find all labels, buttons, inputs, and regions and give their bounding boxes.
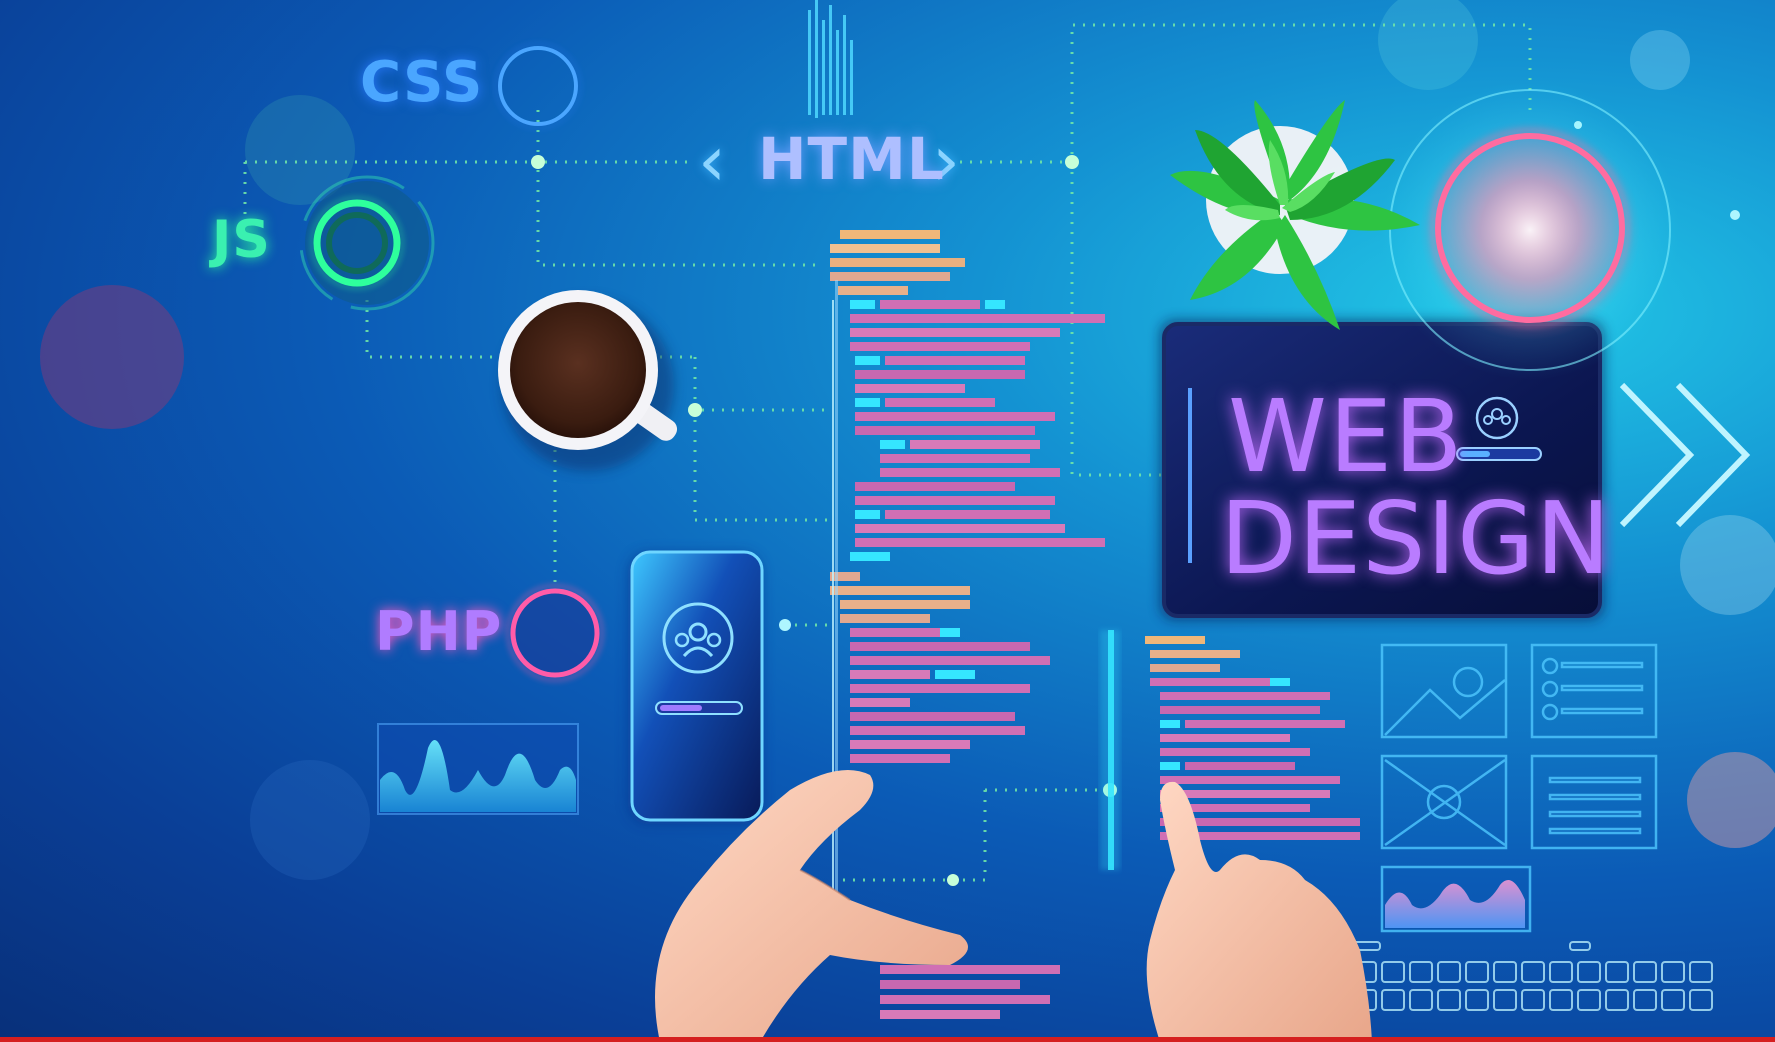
code-strip-top xyxy=(808,0,853,118)
code-block-secondary xyxy=(1100,630,1360,870)
wave-chart-right xyxy=(1385,880,1525,928)
html-bracket-left: ‹ xyxy=(698,120,726,202)
js-label: JS xyxy=(212,210,271,270)
wave-chart-left xyxy=(377,723,579,815)
design-title: DESIGN xyxy=(1220,480,1612,597)
wireframe-cards xyxy=(1380,643,1658,933)
html-label: HTML xyxy=(758,125,945,193)
css-label: CSS xyxy=(360,50,484,115)
chevron-arrows xyxy=(1619,382,1751,528)
code-block-main xyxy=(830,230,1105,1019)
css-ring xyxy=(495,43,581,129)
php-label: PHP xyxy=(375,600,503,663)
potted-plant xyxy=(1170,100,1420,330)
php-ring xyxy=(506,584,604,682)
bottom-red-bar xyxy=(0,1037,1775,1042)
smartphone xyxy=(628,550,764,824)
coffee-cup xyxy=(498,290,678,471)
web-title: WEB xyxy=(1228,378,1465,495)
js-ring xyxy=(299,175,435,311)
pink-glow-ring xyxy=(1380,80,1680,380)
